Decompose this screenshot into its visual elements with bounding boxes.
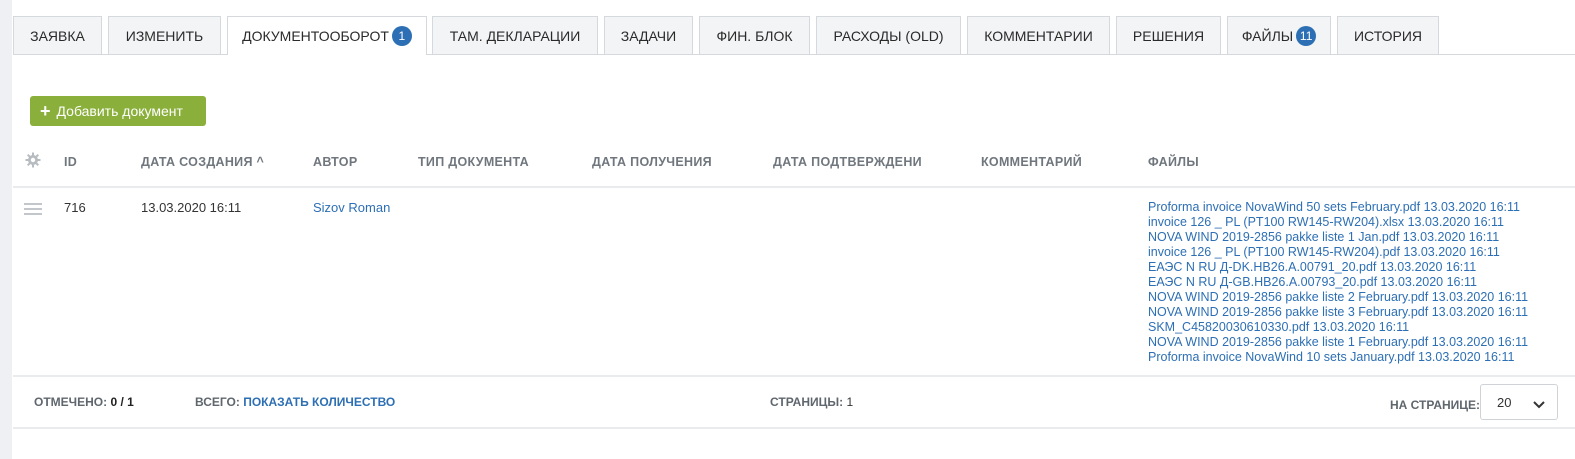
tab-finance[interactable]: Фин. блок	[699, 16, 810, 54]
gear-icon[interactable]	[25, 152, 41, 173]
table-footer: ОТМЕЧЕНО: 0 / 1 ВСЕГО: ПОКАЗАТЬ КОЛИЧЕСТ…	[13, 377, 1575, 429]
file-link[interactable]: Proforma invoice NovaWind 10 sets Januar…	[1148, 350, 1528, 365]
file-link[interactable]: ЕАЭС N RU Д-GB.НВ26.А.00793_20.pdf 13.03…	[1148, 275, 1528, 290]
pages: СТРАНИЦЫ: 1	[770, 395, 853, 409]
tab-label: Изменить	[125, 27, 204, 44]
file-link[interactable]: NOVA WIND 2019-2856 pakke liste 1 Februa…	[1148, 335, 1528, 350]
file-link[interactable]: invoice 126 _ PL (PT100 RW145-RW204).pdf…	[1148, 245, 1528, 260]
checked-label: ОТМЕЧЕНО:	[34, 395, 108, 409]
column-header-label: ДАТА СОЗДАНИЯ	[141, 155, 253, 169]
tab-request[interactable]: Заявка	[13, 16, 102, 54]
table-header: ID ДАТА СОЗДАНИЯ ^ АВТОР ТИП ДОКУМЕНТА Д…	[13, 140, 1575, 188]
tab-history[interactable]: История	[1337, 16, 1439, 54]
tab-document-flow[interactable]: Документооборот 1	[227, 16, 427, 55]
tab-decisions[interactable]: Решения	[1116, 16, 1221, 54]
column-header-received[interactable]: ДАТА ПОЛУЧЕНИЯ	[592, 155, 712, 169]
file-link[interactable]: NOVA WIND 2019-2856 pakke liste 2 Februa…	[1148, 290, 1528, 305]
per-page-label: НА СТРАНИЦЕ:	[1390, 398, 1481, 412]
total-label: ВСЕГО:	[195, 395, 240, 409]
drag-handle-icon[interactable]	[24, 202, 42, 220]
column-header-doc-type[interactable]: ТИП ДОКУМЕНТА	[418, 155, 529, 169]
file-link[interactable]: invoice 126 _ PL (PT100 RW145-RW204).xls…	[1148, 215, 1528, 230]
tab-files[interactable]: Файлы 11	[1227, 16, 1331, 54]
author-link[interactable]: Sizov Roman	[313, 200, 390, 215]
show-count-link[interactable]: ПОКАЗАТЬ КОЛИЧЕСТВО	[243, 395, 395, 409]
tab-comments[interactable]: Комментарии	[967, 16, 1110, 54]
file-list: Proforma invoice NovaWind 50 sets Februa…	[1148, 200, 1528, 365]
file-link[interactable]: SKM_C45820030610330.pdf 13.03.2020 16:11	[1148, 320, 1528, 335]
column-header-id[interactable]: ID	[64, 155, 77, 169]
checked-count: ОТМЕЧЕНО: 0 / 1	[34, 395, 134, 409]
tab-label: Решения	[1132, 27, 1205, 44]
add-document-button[interactable]: + Добавить документ	[30, 96, 206, 126]
tab-label: Фин. блок	[716, 27, 793, 44]
column-header-confirmed[interactable]: ДАТА ПОДТВЕРЖДЕНИ	[773, 155, 922, 169]
pages-label: СТРАНИЦЫ:	[770, 395, 844, 409]
checked-value: 0 / 1	[110, 395, 134, 409]
tab-bar: Заявка Изменить Документооборот 1 Там. де…	[13, 16, 1575, 55]
per-page-select[interactable]: 20	[1480, 384, 1558, 420]
table-row: 716 13.03.2020 16:11 Sizov Roman Proform…	[13, 187, 1575, 377]
page-number[interactable]: 1	[846, 395, 853, 409]
file-link[interactable]: NOVA WIND 2019-2856 pakke liste 3 Februa…	[1148, 305, 1528, 320]
file-link[interactable]: ЕАЭС N RU Д-DK.НВ26.А.00791_20.pdf 13.03…	[1148, 260, 1528, 275]
chevron-down-icon	[1533, 397, 1545, 412]
tab-label: Задачи	[620, 27, 677, 44]
file-link[interactable]: Proforma invoice NovaWind 50 sets Februa…	[1148, 200, 1528, 215]
sort-asc-icon: ^	[256, 155, 265, 169]
per-page-value: 20	[1497, 394, 1512, 410]
column-header-files[interactable]: ФАЙЛЫ	[1148, 155, 1199, 169]
tab-label: Заявка	[30, 27, 85, 44]
tab-expenses-old[interactable]: Расходы (OLD)	[816, 16, 961, 54]
tab-customs-declarations[interactable]: Там. декларации	[432, 16, 598, 54]
tab-label: История	[1353, 27, 1423, 44]
tab-label: Комментарии	[984, 27, 1093, 44]
tab-label: Расходы (OLD)	[833, 27, 944, 44]
cell-id: 716	[64, 200, 86, 215]
tab-label: Файлы	[1241, 27, 1294, 44]
add-document-label: Добавить документ	[56, 103, 183, 119]
tab-label: Документооборот	[242, 28, 389, 44]
count-badge: 11	[1296, 25, 1317, 46]
column-header-author[interactable]: АВТОР	[313, 155, 357, 169]
file-link[interactable]: NOVA WIND 2019-2856 pakke liste 1 Jan.pd…	[1148, 230, 1528, 245]
left-edge	[0, 0, 12, 459]
total-count: ВСЕГО: ПОКАЗАТЬ КОЛИЧЕСТВО	[195, 395, 395, 409]
plus-icon: +	[40, 101, 51, 121]
tab-edit[interactable]: Изменить	[108, 16, 221, 54]
column-header-created[interactable]: ДАТА СОЗДАНИЯ ^	[141, 155, 264, 169]
count-badge: 1	[391, 26, 412, 46]
tab-tasks[interactable]: Задачи	[604, 16, 693, 54]
tab-label: Там. декларации	[449, 27, 581, 44]
column-header-comment[interactable]: КОММЕНТАРИЙ	[981, 155, 1082, 169]
cell-created: 13.03.2020 16:11	[141, 200, 242, 215]
